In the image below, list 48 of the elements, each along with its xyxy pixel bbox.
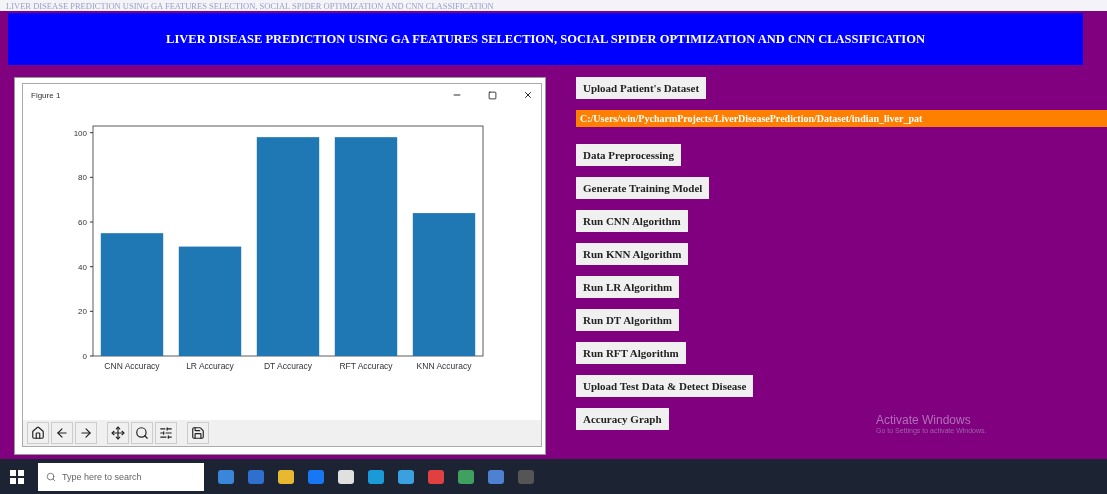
action-button[interactable]: Run RFT Algorithm	[576, 342, 686, 365]
x-label: CNN Accuracy	[104, 361, 160, 372]
y-tick: 80	[78, 173, 94, 183]
move-icon[interactable]	[107, 422, 129, 445]
action-button[interactable]: Run LR Algorithm	[576, 276, 680, 299]
y-tick-label: 40	[78, 262, 88, 272]
y-tick-label: 0	[82, 352, 88, 362]
action-button[interactable]: Data Preprocessing	[576, 144, 681, 167]
action-button[interactable]: Generate Training Model	[576, 177, 710, 200]
y-tick: 100	[73, 128, 94, 138]
action-button[interactable]: Run KNN Algorithm	[576, 243, 689, 266]
app-icon[interactable]	[338, 469, 354, 484]
sliders-icon[interactable]	[155, 422, 177, 445]
search-placeholder: Type here to search	[62, 471, 142, 482]
windows-icon[interactable]	[10, 469, 24, 484]
home-icon[interactable]	[27, 422, 49, 445]
window-title: LIVER DISEASE PREDICTION USING GA FEATURES SELECTION, SOCIAL SPIDER OPTIMIZATION AND CNN CLASSIFICATION	[6, 0, 494, 11]
x-label: DT Accuracy	[264, 361, 312, 372]
y-tick-label: 100	[73, 128, 88, 138]
y-tick-label: 60	[78, 218, 88, 228]
file-path-label: C:/Users/win/PycharmProjects/LiverDiseasePrediction/Dataset/indian_liver_pat	[576, 110, 1107, 128]
figure-title: Figure 1	[31, 90, 62, 100]
action-button[interactable]: Upload Test Data & Detect Disease	[576, 375, 754, 398]
x-label: KNN Accuracy	[416, 361, 472, 372]
y-tick: 60	[78, 218, 94, 228]
y-tick: 0	[82, 352, 94, 362]
taskbar-search-field[interactable]: Type here to search	[38, 462, 204, 491]
x-label: RFT Accuracy	[339, 361, 393, 372]
app-icon[interactable]	[398, 469, 414, 484]
x-label: LR Accuracy	[186, 361, 234, 372]
action-button[interactable]: Run CNN Algorithm	[576, 210, 688, 233]
close-icon[interactable]	[523, 90, 533, 101]
y-tick-label: 20	[78, 307, 88, 317]
search-icon	[46, 471, 56, 482]
action-button[interactable]: Upload Patient's Dataset	[576, 77, 707, 100]
app-icon[interactable]	[458, 469, 474, 484]
action-button[interactable]: Run DT Algorithm	[576, 309, 680, 332]
activation-title: Activate Windows	[876, 413, 972, 428]
y-tick: 20	[78, 307, 94, 317]
y-tick: 40	[78, 262, 94, 272]
y-tick-label: 80	[78, 173, 88, 183]
maximize-icon[interactable]	[488, 90, 497, 100]
save-icon[interactable]	[187, 422, 209, 445]
action-button[interactable]: Accuracy Graph	[576, 408, 669, 431]
search-icon[interactable]	[131, 422, 153, 445]
app-icon[interactable]	[368, 469, 384, 484]
app-icon[interactable]	[278, 469, 294, 484]
app-header: LIVER DISEASE PREDICTION USING GA FEATURES SELECTION, SOCIAL SPIDER OPTIMIZATION AND CNN CLASSIFICATION	[8, 13, 1083, 66]
